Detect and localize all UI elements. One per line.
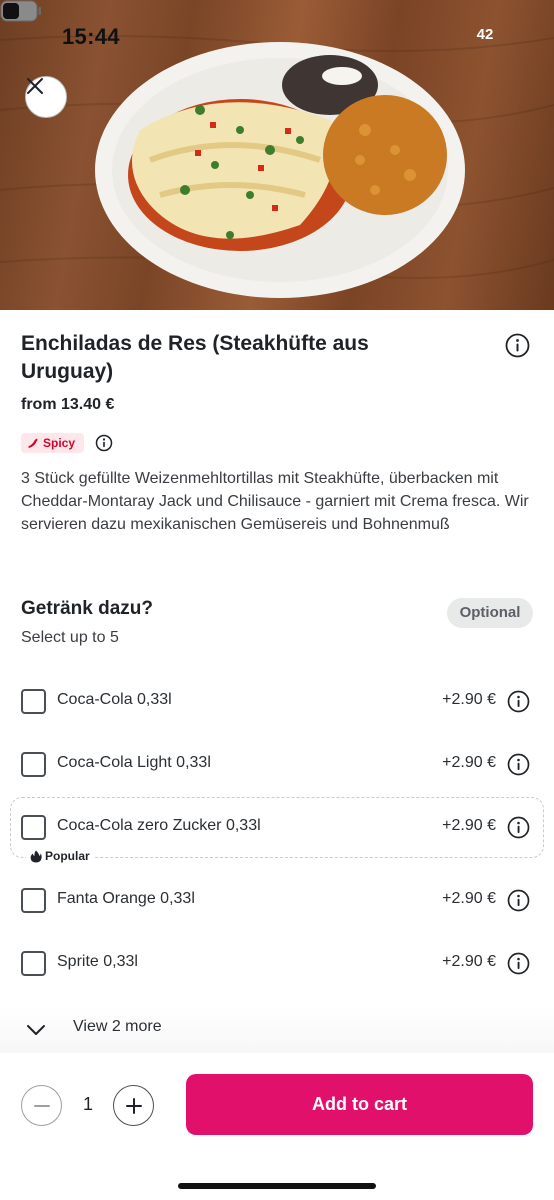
info-icon[interactable] [507, 952, 530, 975]
option-row[interactable]: Sprite 0,33l +2.90 € [0, 935, 554, 991]
view-more-button[interactable]: View 2 more [0, 1005, 554, 1053]
checkbox[interactable] [21, 951, 46, 976]
minus-icon [33, 1104, 50, 1107]
close-button[interactable] [25, 76, 67, 118]
option-row[interactable]: Coca-Cola zero Zucker 0,33l +2.90 € [0, 799, 554, 855]
option-row[interactable]: Fanta Orange 0,33l +2.90 € [0, 872, 554, 928]
section-subtitle: Select up to 5 [21, 629, 119, 646]
option-name: Fanta Orange 0,33l [57, 890, 195, 907]
info-icon[interactable] [507, 690, 530, 713]
chevron-down-icon [27, 1025, 45, 1035]
option-name: Coca-Cola zero Zucker 0,33l [57, 817, 261, 834]
checkbox[interactable] [21, 752, 46, 777]
option-row[interactable]: Coca-Cola 0,33l +2.90 € [0, 673, 554, 729]
info-icon[interactable] [507, 753, 530, 776]
quantity-value: 1 [82, 1094, 93, 1114]
option-price: +2.90 € [442, 691, 496, 708]
increase-quantity-button[interactable] [113, 1085, 154, 1126]
spicy-badge: Spicy [21, 433, 85, 453]
flame-icon [30, 850, 42, 862]
option-price: +2.90 € [442, 953, 496, 970]
checkbox[interactable] [21, 888, 46, 913]
option-price: +2.90 € [442, 890, 496, 907]
plus-icon [125, 1097, 142, 1114]
view-more-label: View 2 more [73, 1018, 162, 1035]
close-icon [27, 78, 43, 94]
battery-level: 42 [476, 26, 494, 43]
product-description: 3 Stück gefüllte Weizenmehltortillas mit… [21, 470, 529, 533]
option-name: Sprite 0,33l [57, 953, 138, 970]
status-time: 15:44 [62, 24, 120, 49]
info-icon[interactable] [507, 816, 530, 839]
checkbox[interactable] [21, 815, 46, 840]
optional-badge: Optional [447, 598, 533, 628]
popular-tag: Popular [26, 849, 94, 863]
info-icon[interactable] [507, 889, 530, 912]
section-title: Getränk dazu? [21, 598, 153, 619]
option-price: +2.90 € [442, 754, 496, 771]
option-row[interactable]: Coca-Cola Light 0,33l +2.90 € [0, 736, 554, 792]
product-price: from 13.40 € [21, 396, 115, 413]
option-name: Coca-Cola Light 0,33l [57, 754, 211, 771]
chili-icon [28, 438, 38, 448]
info-icon[interactable] [95, 434, 113, 452]
add-to-cart-button[interactable]: Add to cart [186, 1074, 533, 1135]
info-icon[interactable] [505, 333, 530, 358]
product-image: 15:44 42 [0, 0, 554, 310]
status-bar: 15:44 42 [0, 0, 554, 74]
popular-label: Popular [45, 849, 90, 863]
product-title: Enchiladas de Res (Steakhüfte aus Urugua… [21, 332, 369, 383]
battery-icon [0, 0, 41, 22]
option-name: Coca-Cola 0,33l [57, 691, 172, 708]
checkbox[interactable] [21, 689, 46, 714]
bottom-bar: 1 Add to cart [0, 1062, 554, 1200]
home-indicator [178, 1183, 376, 1189]
spicy-label: Spicy [43, 436, 76, 450]
decrease-quantity-button[interactable] [21, 1085, 62, 1126]
option-price: +2.90 € [442, 817, 496, 834]
